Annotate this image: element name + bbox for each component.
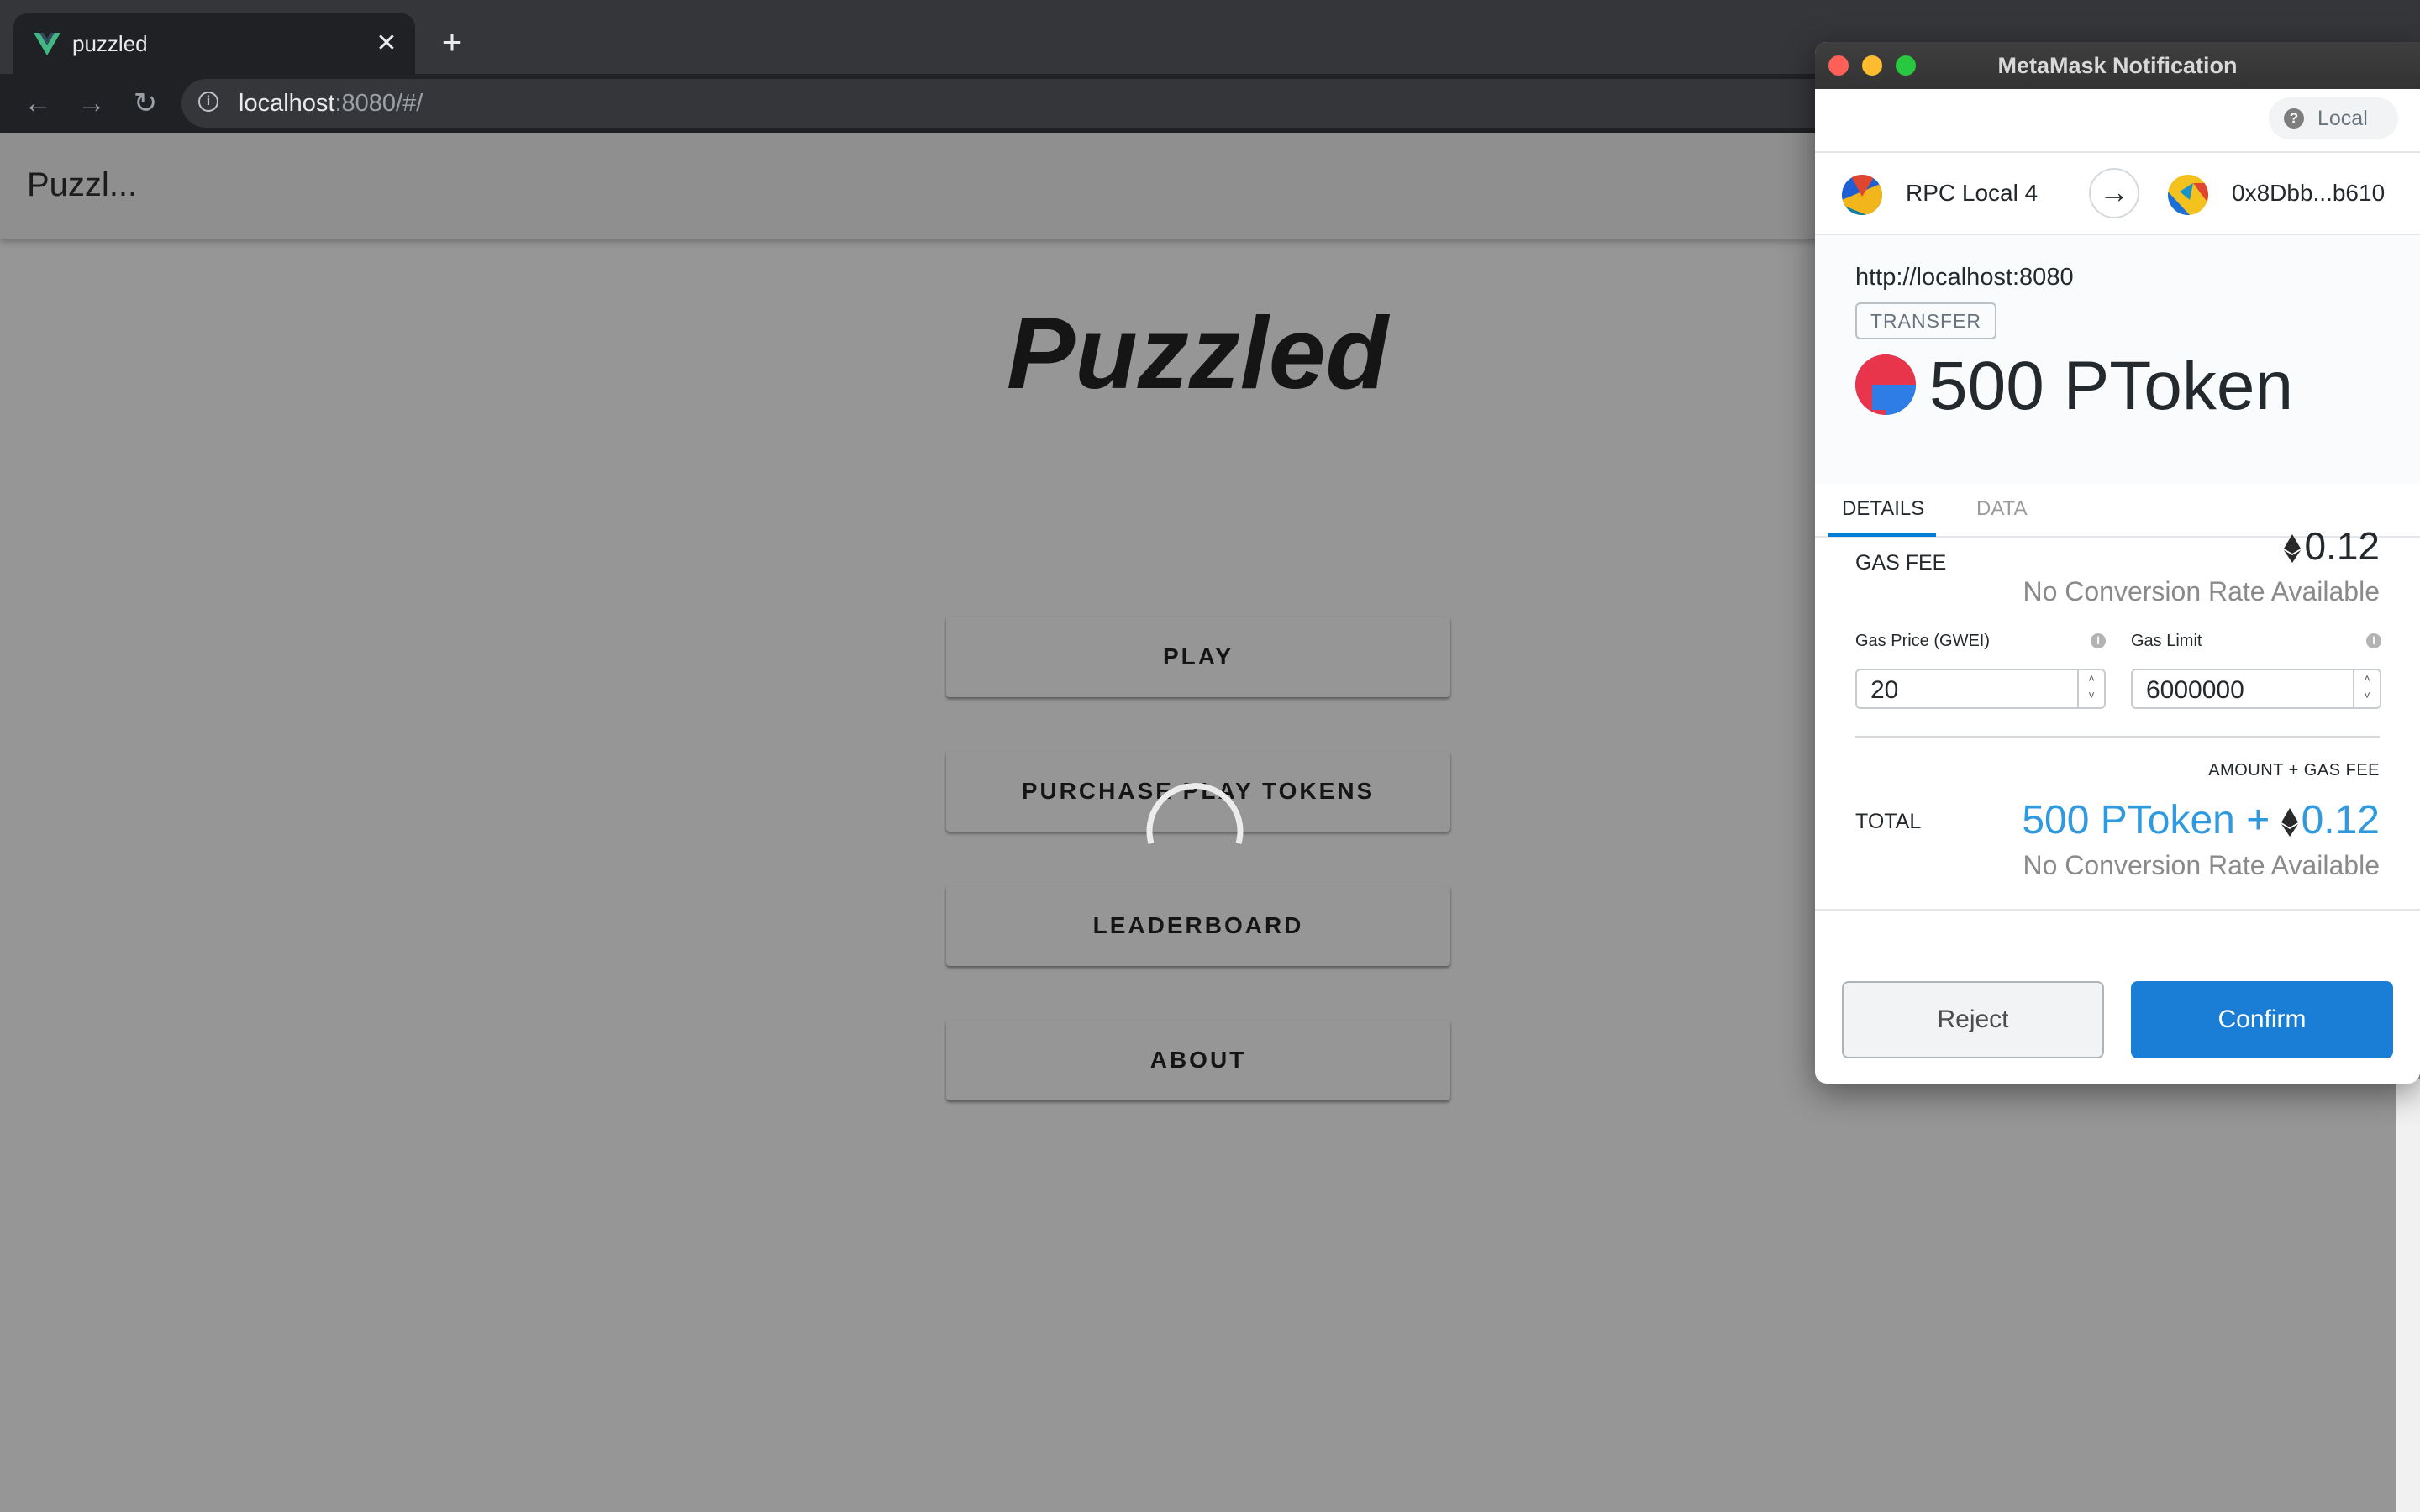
reload-icon[interactable]: ↻ [126,84,165,123]
tab-data[interactable]: DATA [1976,496,2027,522]
window-title: MetaMask Notification [1997,53,2238,78]
transaction-summary: http://localhost:8080 TRANSFER 500 PToke… [1815,235,2420,484]
close-icon[interactable]: ✕ [370,27,403,60]
reject-button[interactable]: Reject [1842,981,2104,1058]
back-arrow-icon[interactable]: ← [18,84,57,123]
active-tab-indicator [1828,533,1936,537]
ethereum-icon [2284,534,2302,563]
url-text: localhost:8080/#/ [239,90,424,117]
transfer-amount: 500 PToken [1929,348,2294,424]
about-button[interactable]: ABOUT [946,1020,1450,1100]
action-badge: TRANSFER [1855,302,1996,339]
sender-recipient-row: RPC Local 4 → 0x8Dbb...b610 [1815,151,2420,235]
total-label: TOTAL [1855,810,1922,833]
leaderboard-button[interactable]: LEADERBOARD [946,885,1450,966]
metamask-popup: MetaMask Notification ? Local RPC Local … [1815,42,2420,1084]
network-selector[interactable]: ? Local [2269,97,2398,139]
gas-price-label: Gas Price (GWEI) [1855,632,1991,650]
amount-plus-gas-label: AMOUNT + GAS FEE [2208,761,2380,780]
gas-price-input[interactable]: 20 ˄ ˅ [1855,669,2106,709]
loading-spinner-icon [1146,783,1244,844]
recipient-avatar [2168,175,2208,215]
browser-tab[interactable]: puzzled ✕ [13,13,415,74]
footer-divider [1815,909,2420,911]
arrow-right-icon: → [2089,168,2139,218]
gas-limit-input[interactable]: 6000000 ˄ ˅ [2131,669,2381,709]
info-circle-icon[interactable]: i [2366,633,2381,648]
section-divider [1855,736,2380,738]
gas-fee-label: GAS FEE [1855,551,1947,575]
window-title-bar: MetaMask Notification [1815,42,2420,89]
tab-details[interactable]: DETAILS [1842,496,1924,522]
app-bar-title: Puzzl... [27,166,138,203]
sender-account-name: RPC Local 4 [1906,180,2039,206]
gas-price-stepper[interactable]: ˄ ˅ [2077,670,2104,707]
confirm-button[interactable]: Confirm [2131,981,2393,1058]
forward-arrow-icon[interactable]: → [72,84,111,123]
play-button[interactable]: PLAY [946,617,1450,697]
origin-url: http://localhost:8080 [1855,264,2074,291]
page-title: Puzzled [1006,296,1389,410]
gas-fee-conversion-note: No Conversion Rate Available [2023,576,2380,606]
sender-avatar [1842,175,1882,215]
info-icon[interactable]: i [198,92,218,112]
tab-title: puzzled [72,31,148,56]
gas-limit-label: Gas Limit [2131,632,2202,650]
total-value: 500 PToken + 0.12 [2022,798,2380,843]
info-circle-icon[interactable]: i [2091,633,2106,648]
recipient-address: 0x8Dbb...b610 [2232,180,2386,206]
plus-icon[interactable]: + [434,24,471,60]
total-conversion-note: No Conversion Rate Available [2023,850,2380,880]
token-icon [1855,354,1916,415]
gas-limit-stepper[interactable]: ˄ ˅ [2353,670,2380,707]
ethereum-icon [2281,808,2298,837]
page-scrollbar[interactable] [2396,1079,2420,1512]
question-icon: ? [2284,108,2304,129]
gas-fee-value: 0.12 [2284,522,2380,570]
vue-logo-icon [34,33,60,55]
network-label: Local [2317,107,2368,130]
